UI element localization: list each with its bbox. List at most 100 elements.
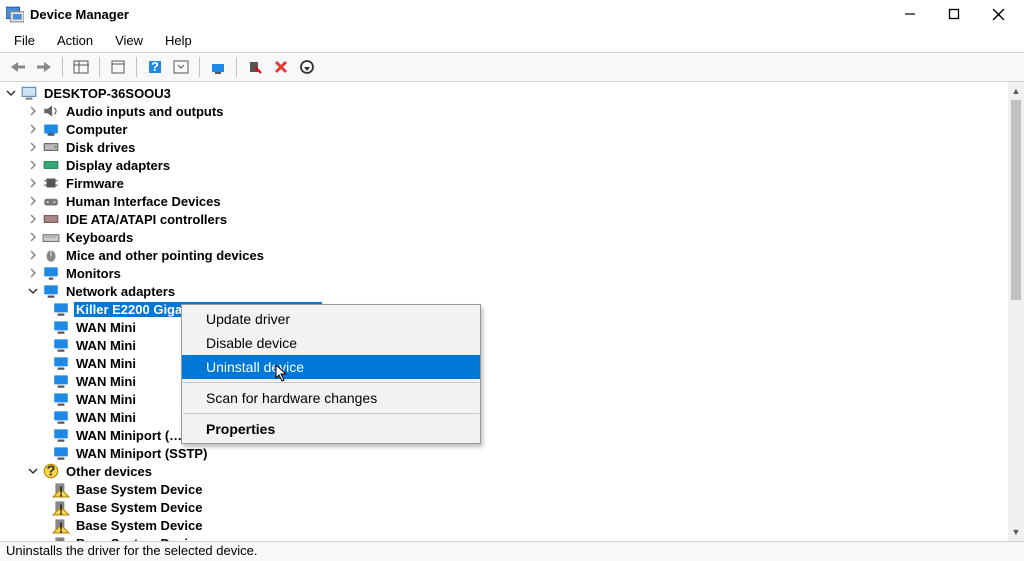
- svg-text:!: !: [59, 520, 64, 534]
- scan-hardware-button[interactable]: [295, 55, 319, 79]
- chevron-right-icon[interactable]: [26, 212, 40, 226]
- chevron-down-icon[interactable]: [4, 86, 18, 100]
- device-base-system[interactable]: ! Base System Device: [0, 498, 1008, 516]
- vertical-scrollbar[interactable]: ▲ ▼: [1008, 82, 1024, 541]
- category-label: Keyboards: [64, 230, 135, 245]
- toolbar: ?: [0, 52, 1024, 82]
- nav-back-button[interactable]: [6, 55, 30, 79]
- category-label: Network adapters: [64, 284, 177, 299]
- pc-icon: [42, 121, 60, 137]
- scroll-down-button[interactable]: ▼: [1008, 523, 1024, 541]
- device-wan-miniport[interactable]: WAN Mini: [0, 390, 1008, 408]
- show-hide-tree-button[interactable]: [69, 55, 93, 79]
- hid-icon: [42, 193, 60, 209]
- category-firmware[interactable]: Firmware: [0, 174, 1008, 192]
- warning-device-icon: !: [52, 517, 70, 533]
- properties-button[interactable]: [106, 55, 130, 79]
- svg-text:!: !: [59, 484, 64, 498]
- network-adapter-icon: [52, 409, 70, 425]
- scrollbar-thumb[interactable]: [1011, 100, 1021, 300]
- device-label: Base System Device: [74, 518, 204, 533]
- category-disk[interactable]: Disk drives: [0, 138, 1008, 156]
- warning-device-icon: !: [52, 535, 70, 541]
- context-scan-hardware[interactable]: Scan for hardware changes: [182, 386, 480, 410]
- menu-view[interactable]: View: [105, 31, 153, 50]
- category-label: Human Interface Devices: [64, 194, 223, 209]
- scroll-up-button[interactable]: ▲: [1008, 82, 1024, 100]
- category-keyboards[interactable]: Keyboards: [0, 228, 1008, 246]
- device-wan-miniport[interactable]: WAN Mini: [0, 354, 1008, 372]
- keyboard-icon: [42, 229, 60, 245]
- context-separator: [183, 382, 479, 383]
- chevron-right-icon[interactable]: [26, 266, 40, 280]
- category-network[interactable]: Network adapters: [0, 282, 1008, 300]
- chevron-right-icon[interactable]: [26, 122, 40, 136]
- nav-forward-button[interactable]: [32, 55, 56, 79]
- category-hid[interactable]: Human Interface Devices: [0, 192, 1008, 210]
- menu-file[interactable]: File: [4, 31, 45, 50]
- chevron-right-icon[interactable]: [26, 104, 40, 118]
- uninstall-device-button[interactable]: [269, 55, 293, 79]
- help-button[interactable]: ?: [143, 55, 167, 79]
- chevron-right-icon[interactable]: [26, 158, 40, 172]
- action-options-button[interactable]: [169, 55, 193, 79]
- scrollbar-track[interactable]: [1008, 300, 1024, 523]
- svg-text:?: ?: [47, 464, 56, 480]
- close-button[interactable]: [976, 0, 1020, 28]
- context-uninstall-device[interactable]: Uninstall device: [182, 355, 480, 379]
- device-wan-miniport[interactable]: WAN Mini: [0, 408, 1008, 426]
- chevron-down-icon[interactable]: [26, 464, 40, 478]
- device-label: Base System Device: [74, 482, 204, 497]
- maximize-button[interactable]: [932, 0, 976, 28]
- context-properties[interactable]: Properties: [182, 417, 480, 441]
- device-wan-miniport-sstp[interactable]: WAN Miniport (SSTP): [0, 444, 1008, 462]
- category-display[interactable]: Display adapters: [0, 156, 1008, 174]
- device-wan-miniport[interactable]: WAN Mini: [0, 318, 1008, 336]
- chevron-right-icon[interactable]: [26, 248, 40, 262]
- chevron-right-icon[interactable]: [26, 230, 40, 244]
- device-base-system[interactable]: ! Base System Device: [0, 516, 1008, 534]
- tree-root[interactable]: DESKTOP-36SOOU3: [0, 84, 1008, 102]
- disable-device-button[interactable]: [243, 55, 267, 79]
- device-label: Base System Device: [74, 500, 204, 515]
- device-base-system[interactable]: ! Base System Device: [0, 534, 1008, 541]
- chevron-right-icon[interactable]: [26, 176, 40, 190]
- context-menu: Update driver Disable device Uninstall d…: [181, 304, 481, 444]
- category-mice[interactable]: Mice and other pointing devices: [0, 246, 1008, 264]
- chip-icon: [42, 175, 60, 191]
- device-tree[interactable]: DESKTOP-36SOOU3 Audio inputs and outputs…: [0, 82, 1008, 541]
- device-wan-miniport[interactable]: WAN Mini: [0, 372, 1008, 390]
- chevron-right-icon[interactable]: [26, 140, 40, 154]
- network-adapter-icon: [52, 373, 70, 389]
- category-ide[interactable]: IDE ATA/ATAPI controllers: [0, 210, 1008, 228]
- category-computer[interactable]: Computer: [0, 120, 1008, 138]
- status-text: Uninstalls the driver for the selected d…: [6, 543, 257, 558]
- svg-text:!: !: [59, 502, 64, 516]
- monitor-icon: [42, 265, 60, 281]
- device-wan-miniport[interactable]: WAN Miniport (…): [0, 426, 1008, 444]
- category-label: Disk drives: [64, 140, 137, 155]
- ide-icon: [42, 211, 60, 227]
- context-update-driver[interactable]: Update driver: [182, 307, 480, 331]
- category-monitors[interactable]: Monitors: [0, 264, 1008, 282]
- device-wan-miniport[interactable]: WAN Mini: [0, 336, 1008, 354]
- svg-text:!: !: [59, 538, 64, 541]
- context-disable-device[interactable]: Disable device: [182, 331, 480, 355]
- device-base-system[interactable]: ! Base System Device: [0, 480, 1008, 498]
- window-controls: [888, 0, 1020, 28]
- device-killer-ethernet[interactable]: Killer E2200 Gigabit Ethernet Controller: [0, 300, 1008, 318]
- chevron-right-icon[interactable]: [26, 194, 40, 208]
- chevron-down-icon[interactable]: [26, 284, 40, 298]
- category-audio[interactable]: Audio inputs and outputs: [0, 102, 1008, 120]
- category-label: Mice and other pointing devices: [64, 248, 266, 263]
- menu-help[interactable]: Help: [155, 31, 202, 50]
- speaker-icon: [42, 103, 60, 119]
- minimize-button[interactable]: [888, 0, 932, 28]
- update-driver-button[interactable]: [206, 55, 230, 79]
- category-label: Other devices: [64, 464, 154, 479]
- content-area: DESKTOP-36SOOU3 Audio inputs and outputs…: [0, 82, 1024, 541]
- toolbar-separator: [62, 57, 63, 77]
- menu-action[interactable]: Action: [47, 31, 103, 50]
- computer-icon: [20, 85, 38, 101]
- category-other[interactable]: ? Other devices: [0, 462, 1008, 480]
